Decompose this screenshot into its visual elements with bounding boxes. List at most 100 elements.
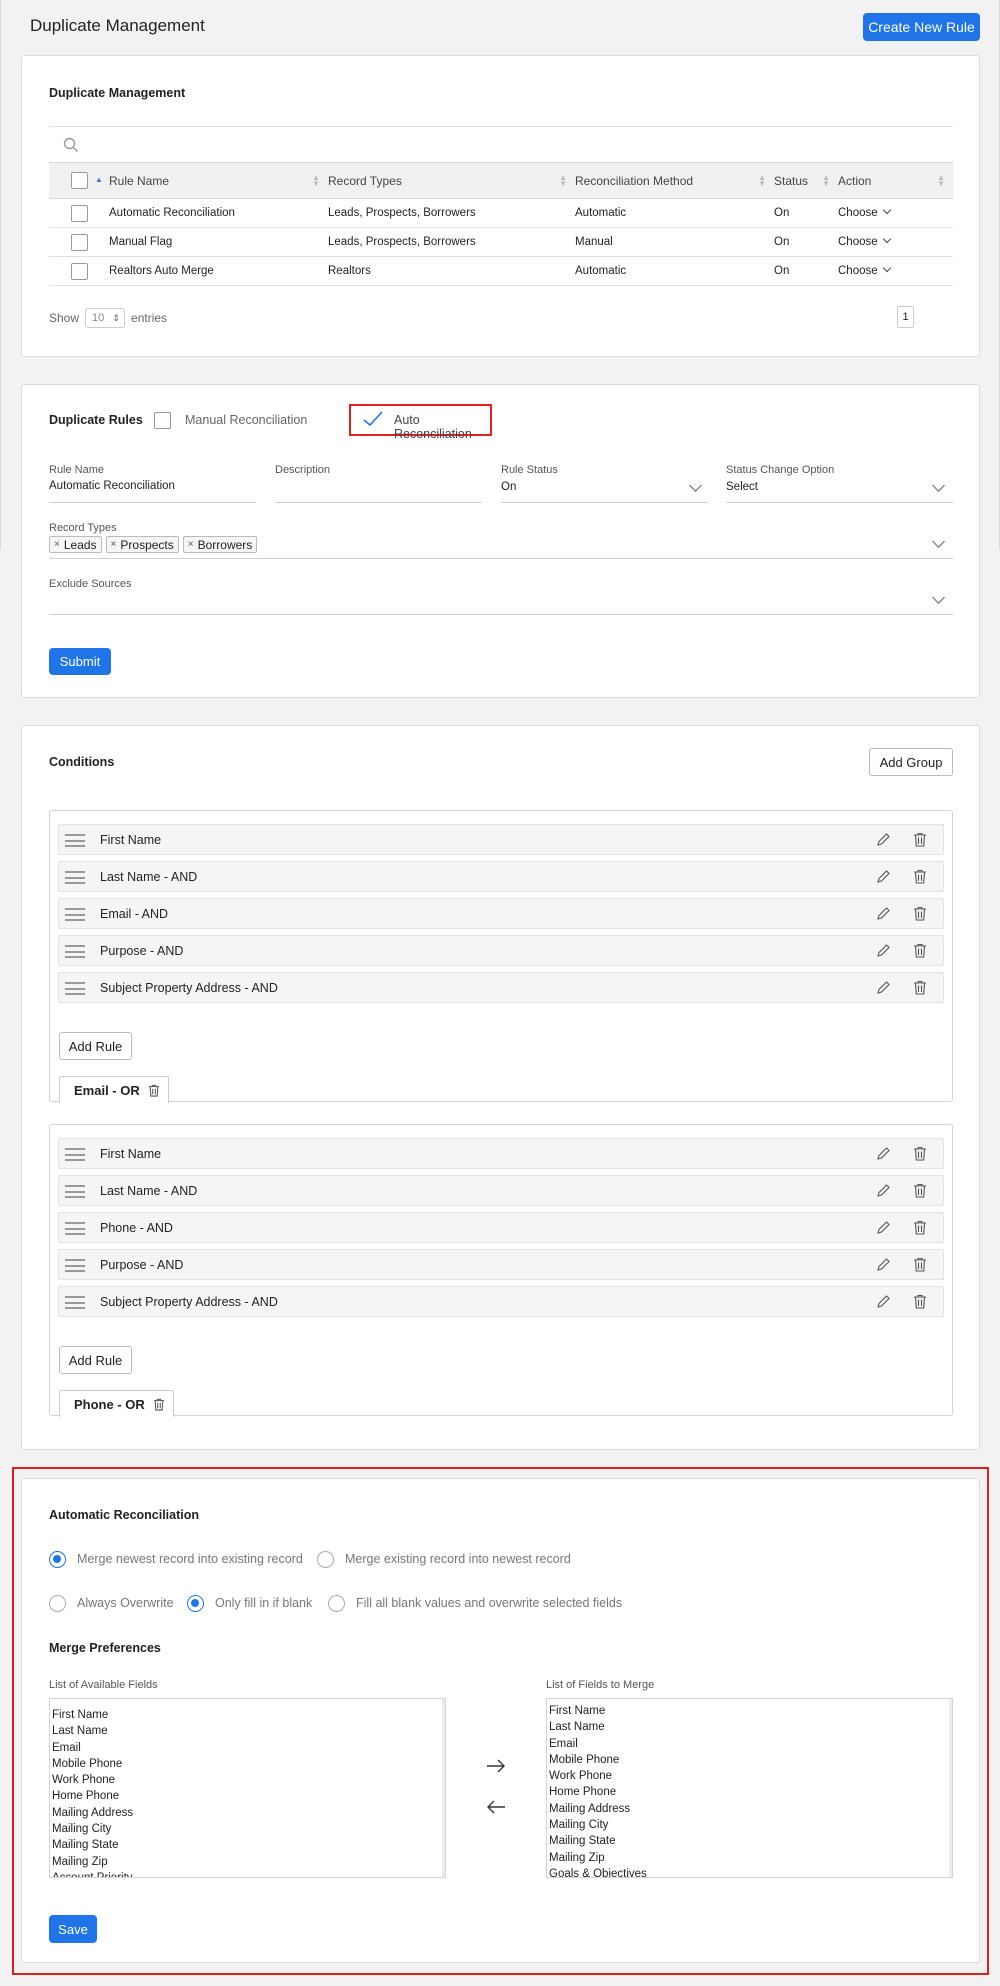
- available-fields-list[interactable]: First Name Last Name Email Mobile Phone …: [49, 1698, 446, 1878]
- always-overwrite-radio[interactable]: [49, 1595, 66, 1612]
- pencil-icon[interactable]: [876, 1294, 891, 1309]
- drag-handle-icon[interactable]: [65, 1222, 85, 1235]
- only-fill-blank-radio[interactable]: [187, 1595, 204, 1612]
- description-input[interactable]: [275, 480, 482, 498]
- pencil-icon[interactable]: [876, 980, 891, 995]
- rule-status-select[interactable]: On: [501, 481, 708, 493]
- drag-handle-icon[interactable]: [65, 1185, 85, 1198]
- exclude-sources-select[interactable]: [49, 593, 953, 613]
- pencil-icon[interactable]: [876, 1183, 891, 1198]
- list-item[interactable]: Last Name: [549, 1719, 950, 1735]
- status-change-select[interactable]: Select: [726, 481, 953, 493]
- merge-existing-radio[interactable]: [317, 1551, 334, 1568]
- page-button-1[interactable]: 1: [897, 306, 914, 328]
- condition-row[interactable]: First Name: [58, 824, 944, 855]
- fill-and-overwrite-radio[interactable]: [328, 1595, 345, 1612]
- row-checkbox[interactable]: [70, 233, 88, 251]
- trash-icon[interactable]: [913, 1183, 927, 1198]
- pencil-icon[interactable]: [876, 1257, 891, 1272]
- trash-icon[interactable]: [913, 1220, 927, 1235]
- tag-prospects[interactable]: × Prospects: [105, 536, 179, 553]
- select-all-checkbox[interactable]: [70, 172, 88, 189]
- group-tab-email-or[interactable]: Email - OR: [59, 1076, 169, 1103]
- tag-borrowers[interactable]: × Borrowers: [182, 536, 258, 553]
- arrow-right-icon[interactable]: [486, 1759, 506, 1773]
- drag-handle-icon[interactable]: [65, 871, 85, 884]
- drag-handle-icon[interactable]: [65, 834, 85, 847]
- create-new-rule-button[interactable]: Create New Rule: [863, 13, 980, 41]
- pencil-icon[interactable]: [876, 832, 891, 847]
- condition-row[interactable]: Subject Property Address - AND: [58, 972, 944, 1003]
- action-dropdown[interactable]: Choose: [838, 198, 953, 228]
- list-item[interactable]: Mailing Address: [52, 1805, 443, 1821]
- col-status[interactable]: Status ▲ ▼: [774, 162, 838, 199]
- list-item[interactable]: Email: [549, 1736, 950, 1752]
- list-item[interactable]: Last Name: [52, 1723, 443, 1739]
- pencil-icon[interactable]: [876, 906, 891, 921]
- list-item[interactable]: Mobile Phone: [52, 1756, 443, 1772]
- trash-icon[interactable]: [153, 1398, 165, 1411]
- table-row[interactable]: Automatic Reconciliation Leads, Prospect…: [49, 198, 953, 228]
- list-item[interactable]: Mailing State: [52, 1837, 443, 1853]
- group-tab-phone-or[interactable]: Phone - OR: [59, 1390, 174, 1417]
- row-checkbox[interactable]: [70, 204, 88, 222]
- col-action[interactable]: Action ▲ ▼: [838, 162, 953, 199]
- col-rule-name[interactable]: ▲ Rule Name ▲ ▼: [95, 162, 328, 199]
- list-item[interactable]: Work Phone: [549, 1768, 950, 1784]
- trash-icon[interactable]: [913, 869, 927, 884]
- trash-icon[interactable]: [913, 832, 927, 847]
- condition-row[interactable]: Subject Property Address - AND: [58, 1286, 944, 1317]
- pencil-icon[interactable]: [876, 1146, 891, 1161]
- pencil-icon[interactable]: [876, 943, 891, 958]
- list-item[interactable]: Mailing City: [52, 1821, 443, 1837]
- drag-handle-icon[interactable]: [65, 982, 85, 995]
- drag-handle-icon[interactable]: [65, 945, 85, 958]
- trash-icon[interactable]: [913, 980, 927, 995]
- add-rule-button[interactable]: Add Rule: [59, 1032, 132, 1060]
- list-item[interactable]: Mailing State: [549, 1833, 950, 1849]
- trash-icon[interactable]: [148, 1084, 160, 1097]
- table-row[interactable]: Realtors Auto Merge Realtors Automatic O…: [49, 256, 953, 286]
- list-item[interactable]: Mailing City: [549, 1817, 950, 1833]
- trash-icon[interactable]: [913, 1294, 927, 1309]
- list-item[interactable]: Home Phone: [52, 1788, 443, 1804]
- remove-icon[interactable]: ×: [54, 539, 60, 550]
- pencil-icon[interactable]: [876, 869, 891, 884]
- remove-icon[interactable]: ×: [111, 539, 117, 550]
- action-dropdown[interactable]: Choose: [838, 256, 953, 286]
- condition-row[interactable]: Last Name - AND: [58, 1175, 944, 1206]
- table-search[interactable]: [49, 126, 953, 162]
- condition-row[interactable]: Last Name - AND: [58, 861, 944, 892]
- pencil-icon[interactable]: [876, 1220, 891, 1235]
- list-item[interactable]: Mailing Zip: [52, 1854, 443, 1870]
- drag-handle-icon[interactable]: [65, 1296, 85, 1309]
- list-item[interactable]: Mailing Address: [549, 1801, 950, 1817]
- list-item[interactable]: Mobile Phone: [549, 1752, 950, 1768]
- tag-leads[interactable]: × Leads: [49, 536, 102, 553]
- condition-row[interactable]: First Name: [58, 1138, 944, 1169]
- list-item[interactable]: Goals & Objectives: [549, 1866, 950, 1877]
- action-dropdown[interactable]: Choose: [838, 227, 953, 257]
- condition-row[interactable]: Purpose - AND: [58, 1249, 944, 1280]
- fields-to-merge-list[interactable]: First Name Last Name Email Mobile Phone …: [546, 1698, 953, 1878]
- add-group-button[interactable]: Add Group: [869, 748, 953, 776]
- col-reconciliation-method[interactable]: Reconciliation Method ▲ ▼: [575, 162, 774, 199]
- drag-handle-icon[interactable]: [65, 1259, 85, 1272]
- list-item[interactable]: Work Phone: [52, 1772, 443, 1788]
- list-item[interactable]: Email: [52, 1740, 443, 1756]
- condition-row[interactable]: Phone - AND: [58, 1212, 944, 1243]
- rule-name-input[interactable]: Automatic Reconciliation: [49, 480, 256, 492]
- trash-icon[interactable]: [913, 943, 927, 958]
- condition-row[interactable]: Purpose - AND: [58, 935, 944, 966]
- list-item[interactable]: Account Priority: [52, 1870, 443, 1877]
- record-types-multiselect[interactable]: × Leads × Prospects × Borrowers: [49, 536, 929, 553]
- add-rule-button[interactable]: Add Rule: [59, 1346, 132, 1374]
- remove-icon[interactable]: ×: [188, 539, 194, 550]
- col-record-types[interactable]: Record Types ▲ ▼: [328, 162, 575, 199]
- submit-button[interactable]: Submit: [49, 648, 111, 675]
- drag-handle-icon[interactable]: [65, 1148, 85, 1161]
- trash-icon[interactable]: [913, 1146, 927, 1161]
- list-item[interactable]: First Name: [549, 1703, 950, 1719]
- list-item[interactable]: Mailing Zip: [549, 1850, 950, 1866]
- list-item[interactable]: Home Phone: [549, 1784, 950, 1800]
